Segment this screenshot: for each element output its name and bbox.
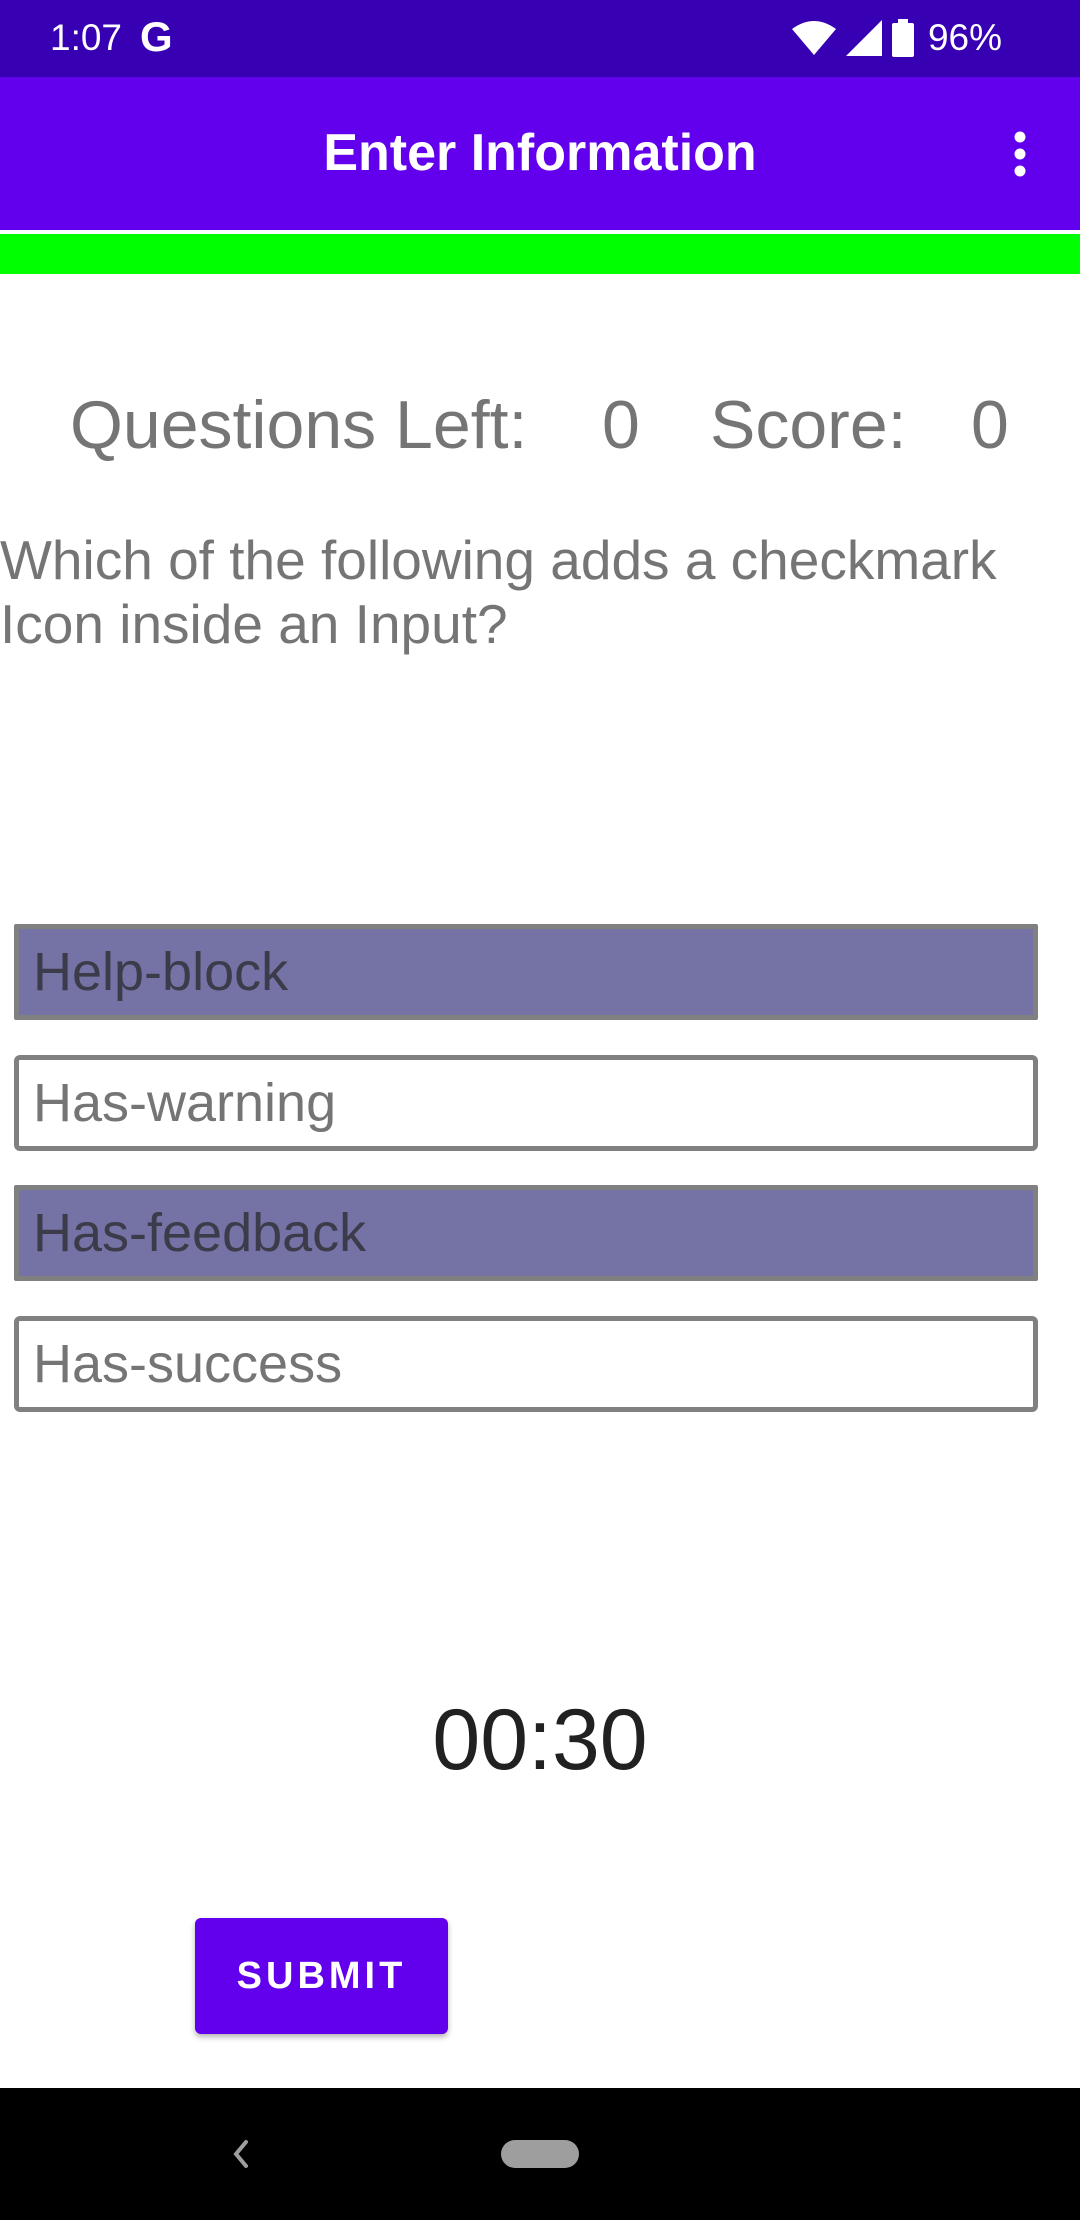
overflow-menu-button[interactable] — [960, 77, 1080, 230]
questions-left-label: Questions Left: — [70, 387, 528, 463]
signal-icon — [845, 20, 882, 56]
system-nav-bar — [0, 2088, 1080, 2220]
answer-option-has-feedback[interactable]: Has-feedback — [14, 1185, 1038, 1281]
battery-percent: 96% — [927, 17, 1002, 58]
battery-icon — [891, 19, 914, 57]
google-icon: G — [140, 13, 173, 60]
back-button[interactable] — [220, 2128, 260, 2180]
answer-option-help-block[interactable]: Help-block — [14, 924, 1038, 1020]
status-icons: 96% — [791, 14, 1002, 62]
progress-fill — [0, 234, 1080, 274]
page-title: Enter Information — [323, 124, 757, 182]
countdown-timer: 00:30 — [432, 1692, 648, 1788]
stats-row: Questions Left: 0 Score: 0 — [0, 380, 1080, 470]
answer-option-has-warning[interactable]: Has-warning — [14, 1055, 1038, 1151]
status-time: 1:07 — [50, 17, 123, 58]
status-bar: 1:07 G 96% — [0, 0, 1080, 77]
home-pill-icon[interactable] — [501, 2140, 579, 2168]
app-bar: Enter Information — [0, 77, 1080, 230]
questions-left-value: 0 — [602, 387, 640, 463]
score-value: 0 — [971, 387, 1009, 463]
back-chevron-icon — [233, 2140, 248, 2168]
more-vert-icon — [1014, 131, 1026, 176]
progress-bar — [0, 234, 1080, 274]
answer-option-has-success[interactable]: Has-success — [14, 1316, 1038, 1412]
wifi-icon — [791, 21, 836, 55]
question-text: Which of the following adds a checkmark … — [0, 529, 997, 655]
score-label: Score: — [710, 387, 907, 463]
submit-button[interactable]: SUBMIT — [195, 1918, 448, 2034]
